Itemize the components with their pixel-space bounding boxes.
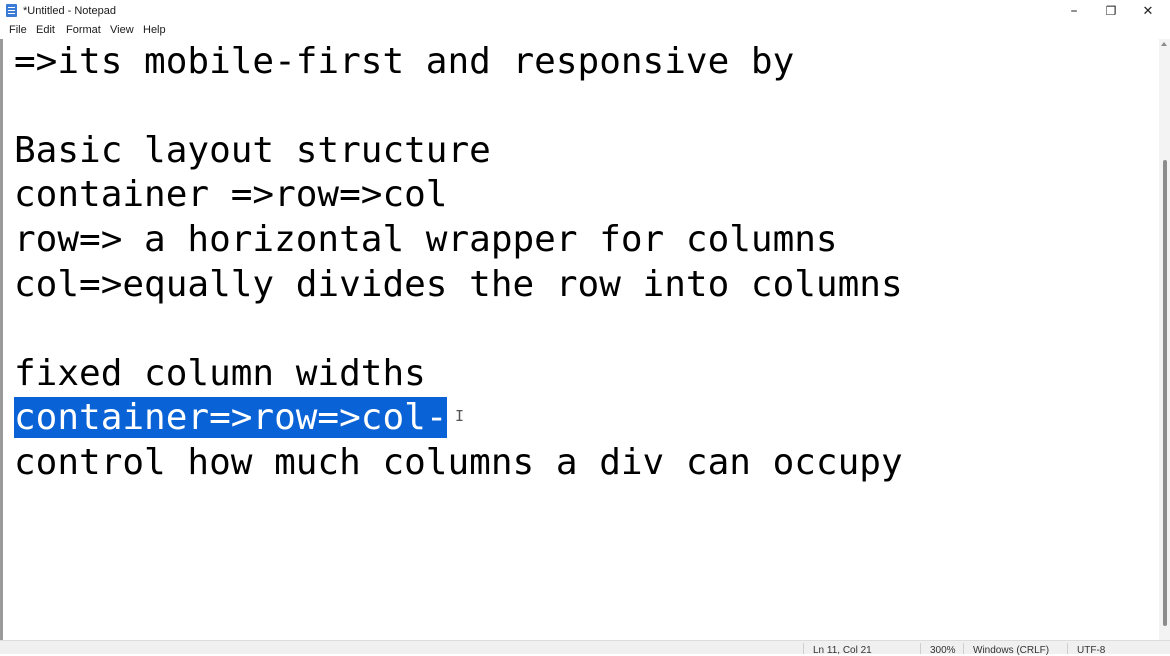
- status-bar: Ln 11, Col 21 300% Windows (CRLF) UTF-8: [0, 640, 1170, 656]
- text-line-1: =>its mobile-first and responsive by: [14, 41, 795, 82]
- text-line-10: control how much columns a div can occup…: [14, 442, 903, 483]
- status-divider: [920, 643, 921, 654]
- menu-bar: File Edit Format View Help: [0, 22, 1170, 40]
- menu-help[interactable]: Help: [143, 24, 166, 36]
- text-line-9: container=>row=>col-: [14, 396, 448, 440]
- text-line-5: row=> a horizontal wrapper for columns: [14, 219, 838, 260]
- text-line-3: Basic layout structure: [14, 130, 491, 171]
- maximize-button[interactable]: ❐: [1093, 0, 1129, 22]
- window-title: *Untitled - Notepad: [23, 5, 116, 17]
- status-divider: [803, 643, 804, 654]
- text-editor[interactable]: =>its mobile-first and responsive by Bas…: [0, 39, 1159, 640]
- menu-view[interactable]: View: [110, 24, 134, 36]
- menu-format[interactable]: Format: [66, 24, 101, 36]
- title-bar[interactable]: *Untitled - Notepad – ❐ ✕: [0, 0, 1170, 22]
- zoom-level: 300%: [930, 645, 956, 656]
- menu-file[interactable]: File: [9, 24, 27, 36]
- notepad-icon: [6, 4, 17, 17]
- cursor-position: Ln 11, Col 21: [813, 645, 872, 656]
- close-button[interactable]: ✕: [1130, 0, 1166, 22]
- minimize-button[interactable]: –: [1056, 0, 1092, 22]
- status-divider: [963, 643, 964, 654]
- encoding: UTF-8: [1077, 645, 1106, 656]
- scroll-up-arrow-icon[interactable]: [1161, 42, 1167, 46]
- text-line-4: container =>row=>col: [14, 174, 448, 215]
- scrollbar-thumb[interactable]: [1163, 160, 1167, 626]
- status-divider: [1067, 643, 1068, 654]
- selected-text: container=>row=>col-: [14, 397, 448, 438]
- text-line-8: fixed column widths: [14, 353, 426, 394]
- ibeam-cursor-icon: I: [455, 407, 465, 425]
- menu-edit[interactable]: Edit: [36, 24, 55, 36]
- text-line-6: col=>equally divides the row into column…: [14, 264, 903, 305]
- line-ending: Windows (CRLF): [973, 645, 1050, 656]
